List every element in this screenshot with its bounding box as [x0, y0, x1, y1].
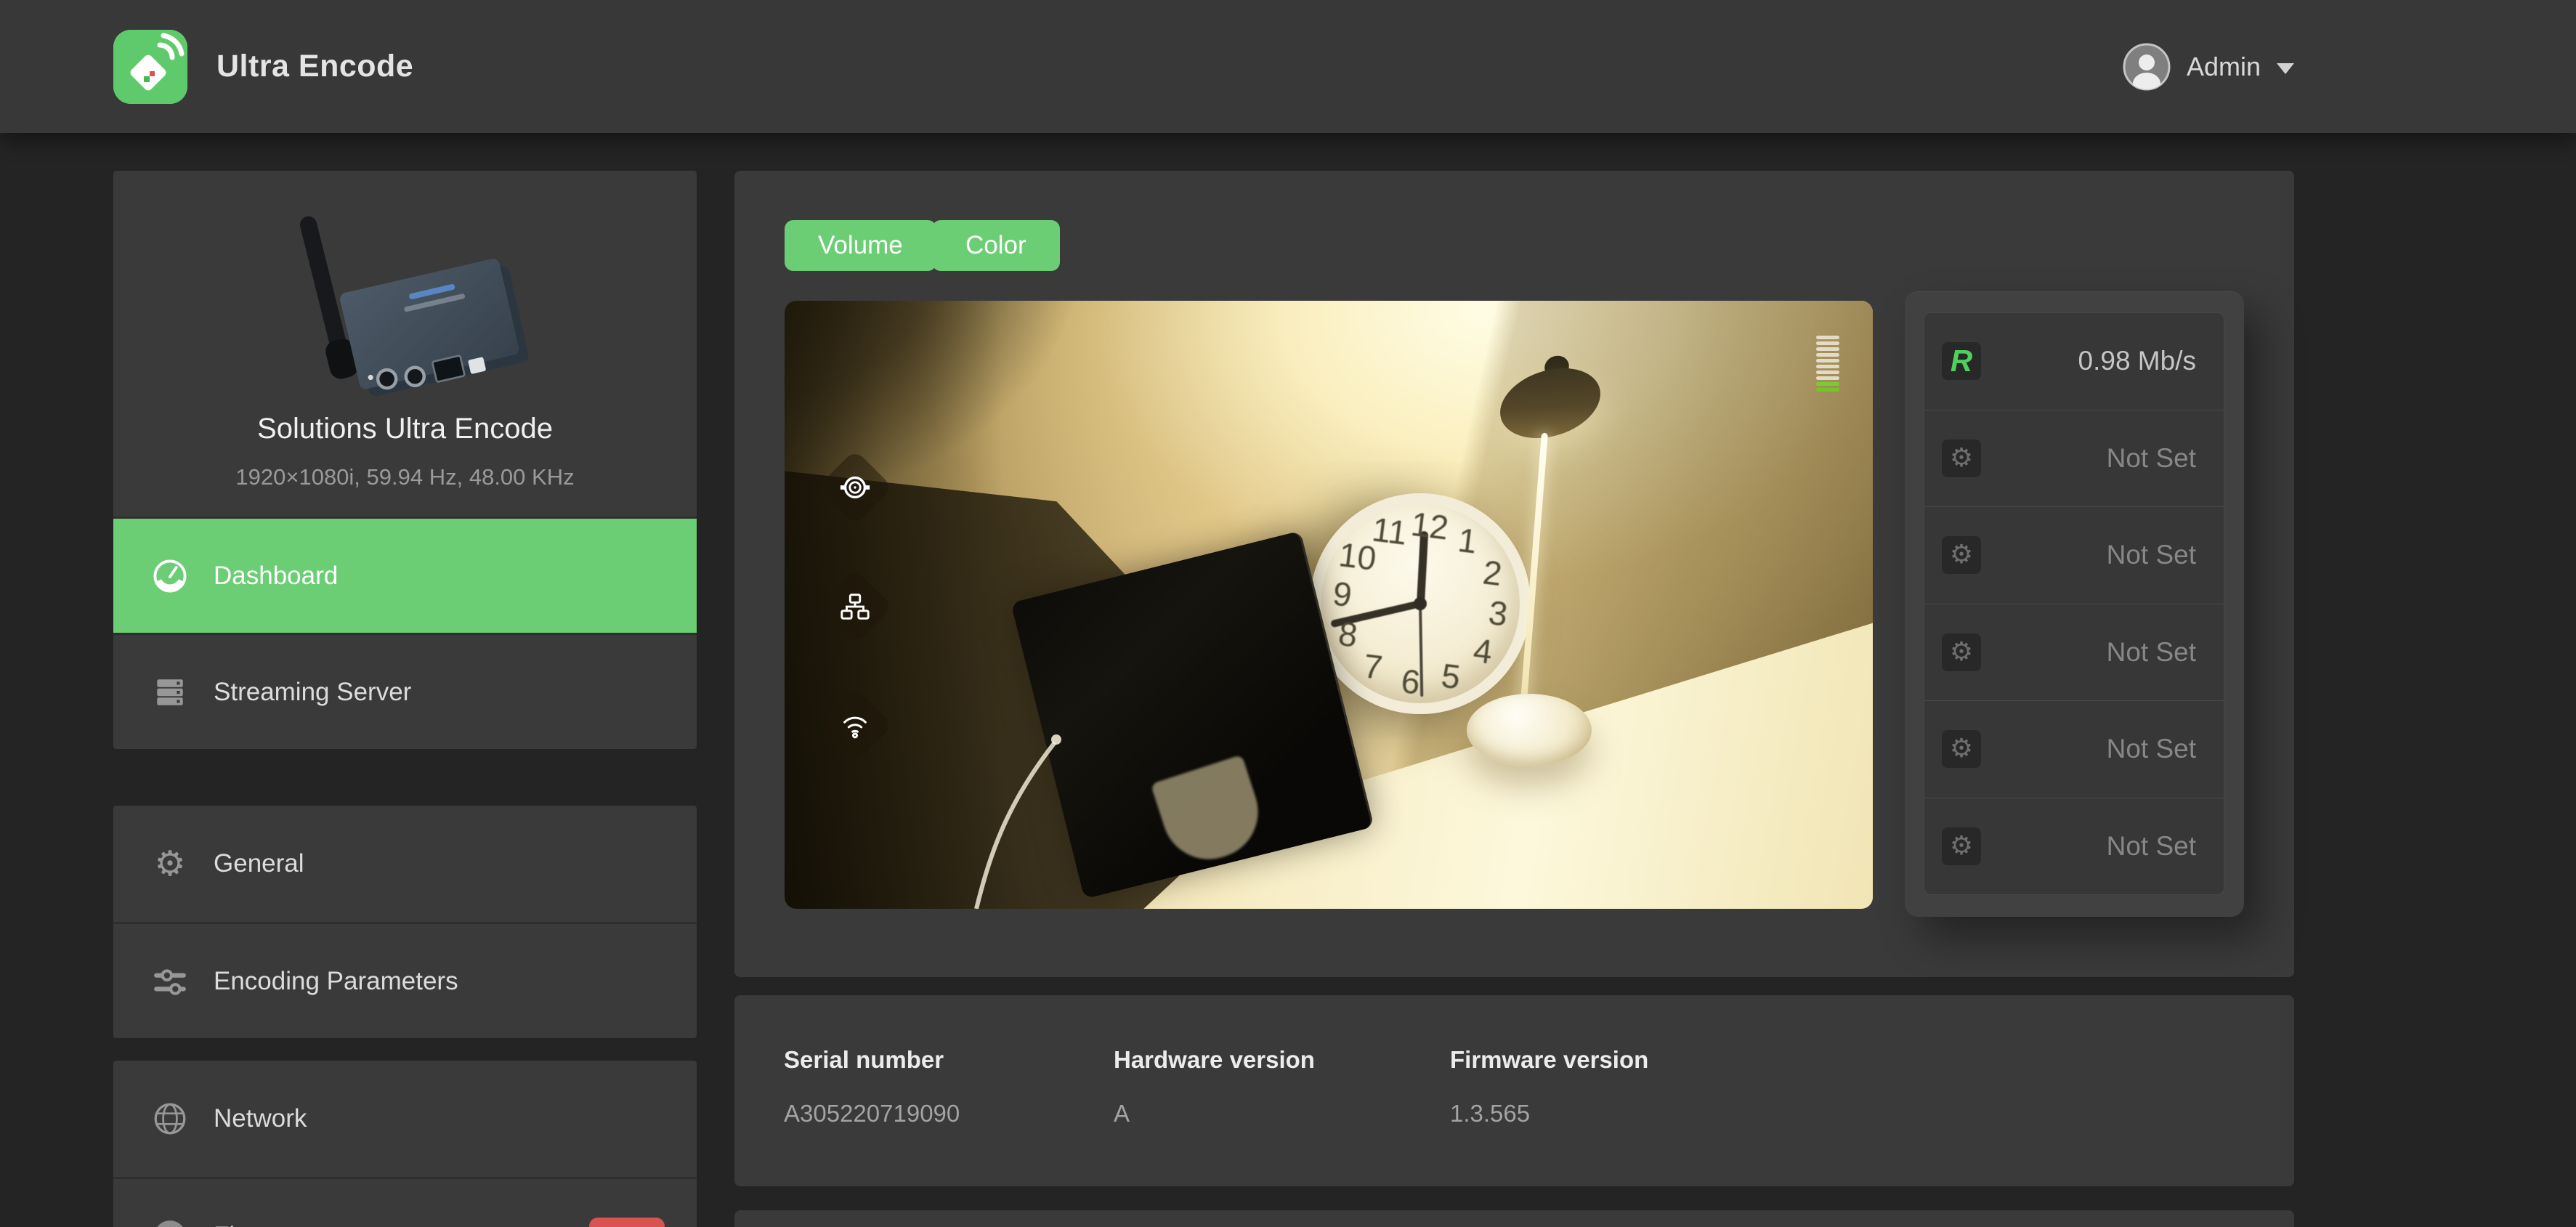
output-row-recording[interactable]: R 0.98 Mb/s	[1924, 313, 2224, 410]
device-photo	[224, 204, 587, 405]
info-firmware-version: Firmware version 1.3.565	[1450, 1046, 1648, 1186]
color-button[interactable]: Color	[932, 220, 1060, 271]
outputs-list: R 0.98 Mb/s ⚙ Not Set ⚙ Not Set ⚙ Not Se…	[1924, 312, 2224, 895]
sliders-icon	[150, 963, 190, 1000]
sidebar-item-label: Firmware	[214, 1222, 320, 1227]
sidebar-device-card: Solutions Ultra Encode 1920×1080i, 59.94…	[113, 171, 697, 749]
sidebar-item-dashboard[interactable]: Dashboard	[113, 517, 697, 633]
sidebar-item-network[interactable]: Network	[113, 1061, 697, 1177]
sidebar-settings-card: ⚙ General Encoding Parameters	[113, 806, 697, 1038]
sidebar-item-streaming-server[interactable]: Streaming Server	[113, 633, 697, 749]
info-hardware-version: Hardware version A	[1114, 1046, 1450, 1186]
preview-card: Volume Color 123456789101112	[734, 171, 2294, 977]
device-summary: Solutions Ultra Encode 1920×1080i, 59.94…	[113, 171, 697, 517]
globe-icon	[150, 1101, 190, 1137]
next-section-card	[734, 1210, 2294, 1227]
sidebar-item-firmware[interactable]: Firmware New	[113, 1177, 697, 1227]
cable	[785, 301, 1873, 909]
output-row-server[interactable]: ⚙ Not Set	[1924, 410, 2224, 507]
video-preview: 123456789101112	[785, 301, 1873, 909]
gear-icon: ⚙	[1942, 536, 1981, 574]
sidebar-item-label: Network	[214, 1104, 307, 1133]
output-bitrate: 0.98 Mb/s	[2078, 346, 2196, 376]
sidebar-item-label: Encoding Parameters	[214, 967, 458, 996]
gauge-icon	[150, 557, 190, 595]
device-name: Solutions Ultra Encode	[128, 413, 682, 445]
lamp-base	[1467, 694, 1592, 766]
user-name: Admin	[2187, 52, 2261, 82]
gear-icon: ⚙	[1942, 440, 1981, 477]
device-signal-format: 1920×1080i, 59.94 Hz, 48.00 KHz	[128, 464, 682, 490]
sidebar-item-label: General	[214, 849, 304, 878]
gear-icon: ⚙	[1942, 730, 1981, 768]
outputs-panel: R 0.98 Mb/s ⚙ Not Set ⚙ Not Set ⚙ Not Se…	[1905, 291, 2244, 917]
top-bar: Ultra Encode Admin	[0, 0, 2576, 133]
output-row-server[interactable]: ⚙ Not Set	[1924, 604, 2224, 701]
sdi-input-icon	[838, 471, 872, 504]
volume-button[interactable]: Volume	[785, 220, 936, 271]
firmware-update-icon	[150, 1218, 190, 1227]
device-info-card: Serial number A305220719090 Hardware ver…	[734, 995, 2294, 1186]
output-row-server[interactable]: ⚙ Not Set	[1924, 506, 2224, 604]
server-stack-icon	[150, 674, 190, 710]
user-menu[interactable]: Admin	[2123, 0, 2294, 133]
output-row-server[interactable]: ⚙ Not Set	[1924, 700, 2224, 798]
wifi-icon	[838, 708, 872, 742]
sidebar-item-general[interactable]: ⚙ General	[113, 806, 697, 922]
ultra-encode-dashboard: Ultra Encode Admin	[0, 0, 2576, 1227]
gear-icon: ⚙	[1942, 827, 1981, 865]
app-logo-icon	[113, 30, 187, 104]
volume-meter	[1816, 336, 1839, 392]
chevron-down-icon	[2277, 63, 2294, 74]
output-row-server[interactable]: ⚙ Not Set	[1924, 798, 2224, 895]
app-title: Ultra Encode	[216, 49, 413, 84]
sidebar-item-label: Streaming Server	[214, 678, 411, 707]
avatar	[2123, 43, 2171, 91]
sidebar-item-label: Dashboard	[214, 562, 338, 591]
info-serial-number: Serial number A305220719090	[784, 1046, 1114, 1186]
sidebar-item-encoding-parameters[interactable]: Encoding Parameters	[113, 922, 697, 1038]
sidebar-system-card: Network Firmware New	[113, 1061, 697, 1227]
recording-r-icon: R	[1942, 342, 1981, 380]
gear-icon: ⚙	[150, 846, 190, 881]
gear-icon: ⚙	[1942, 633, 1981, 671]
ethernet-icon	[838, 590, 872, 623]
new-badge: New	[589, 1218, 665, 1227]
